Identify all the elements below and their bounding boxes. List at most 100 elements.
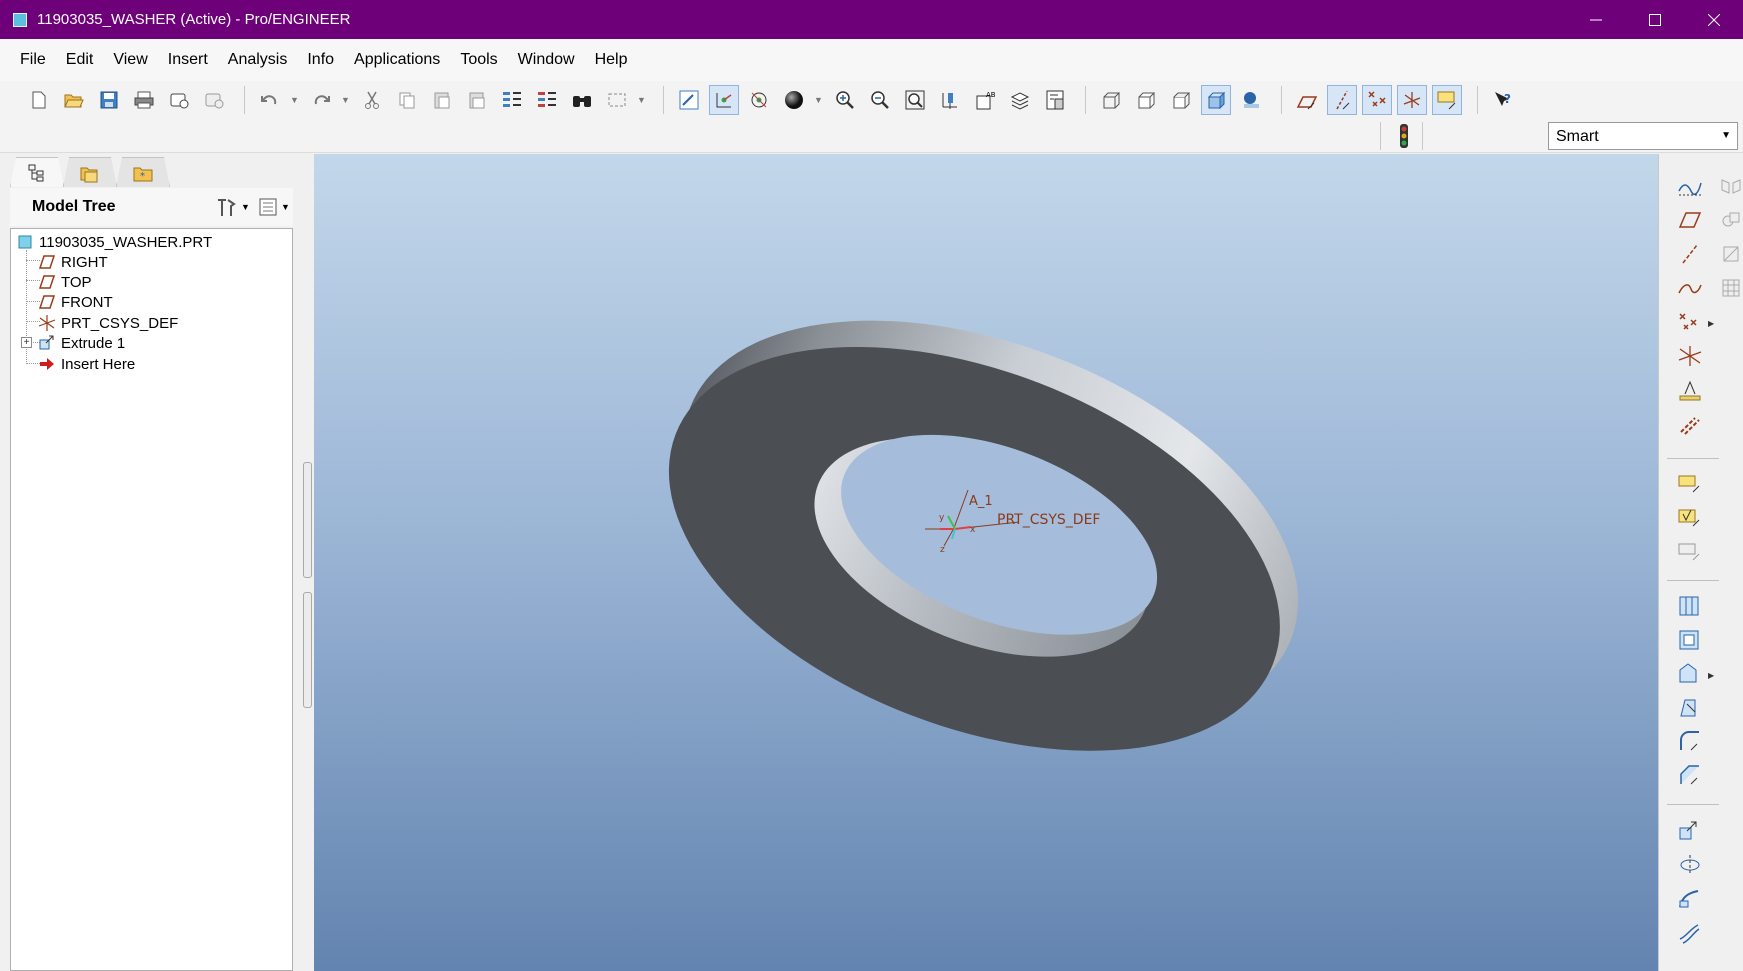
menu-analysis[interactable]: Analysis	[218, 51, 298, 69]
repaint-button[interactable]	[674, 85, 704, 115]
datum-curve-tool-button[interactable]	[1675, 273, 1705, 303]
undo-dropdown[interactable]: ▼	[290, 95, 299, 105]
datum-points-button[interactable]	[1362, 85, 1392, 115]
tree-item-right[interactable]: RIGHT	[37, 251, 108, 273]
panel-splitter-handle[interactable]	[303, 462, 312, 578]
sweep-button[interactable]	[1675, 884, 1705, 914]
note-button[interactable]	[1675, 469, 1705, 499]
menu-insert[interactable]: Insert	[158, 51, 218, 69]
sketch-button[interactable]	[1675, 171, 1705, 201]
menu-edit[interactable]: Edit	[56, 51, 104, 69]
coord-systems-button[interactable]	[1397, 85, 1427, 115]
tree-item-csys[interactable]: PRT_CSYS_DEF	[37, 312, 178, 334]
trim-button[interactable]	[1716, 239, 1743, 269]
copy-button[interactable]	[392, 85, 422, 115]
menu-view[interactable]: View	[103, 51, 157, 69]
regenerate-button[interactable]	[497, 85, 527, 115]
layers-button[interactable]	[1005, 85, 1035, 115]
tree-settings-button[interactable]: ▼	[215, 196, 250, 218]
copy-geom-button[interactable]	[1675, 409, 1705, 439]
washer-model[interactable]: A_1 PRT_CSYS_DEF x y z	[314, 154, 1658, 971]
whats-this-button[interactable]: ?	[1488, 85, 1518, 115]
paste-special-button[interactable]	[462, 85, 492, 115]
hidden-line-button[interactable]	[1131, 85, 1161, 115]
paste-button[interactable]	[427, 85, 457, 115]
reorient-button[interactable]	[935, 85, 965, 115]
wireframe-button[interactable]	[1096, 85, 1126, 115]
find-button[interactable]	[567, 85, 597, 115]
extrude-tool-button[interactable]	[1675, 816, 1705, 846]
zoom-out-button[interactable]	[865, 85, 895, 115]
tree-show-button[interactable]: ▼	[257, 196, 290, 218]
round-button[interactable]	[1675, 727, 1705, 757]
hole-button[interactable]	[1675, 591, 1705, 621]
datum-planes-button[interactable]	[1292, 85, 1322, 115]
flyout-arrow-icon[interactable]: ▶	[1708, 671, 1714, 680]
blend-button[interactable]	[1675, 918, 1705, 948]
cut-button[interactable]	[357, 85, 387, 115]
datum-plane-tool-button[interactable]	[1675, 205, 1705, 235]
shell-button[interactable]	[1675, 625, 1705, 655]
mail-button[interactable]	[199, 85, 229, 115]
expand-toggle[interactable]: +	[21, 337, 32, 348]
menu-applications[interactable]: Applications	[344, 51, 450, 69]
redo-dropdown[interactable]: ▼	[341, 95, 350, 105]
new-button[interactable]	[24, 85, 54, 115]
datum-axis-tool-button[interactable]	[1675, 239, 1705, 269]
tree-item-extrude[interactable]: Extrude 1	[37, 332, 125, 354]
redo-button[interactable]	[306, 85, 336, 115]
panel-splitter-handle[interactable]	[303, 592, 312, 708]
shading-button[interactable]	[779, 85, 809, 115]
mirror-button[interactable]	[1716, 171, 1743, 201]
menu-help[interactable]: Help	[585, 51, 638, 69]
tree-item-part[interactable]: 11903035_WASHER.PRT	[15, 231, 212, 253]
tab-model-tree[interactable]	[10, 157, 64, 187]
analysis-feature-button[interactable]	[1675, 375, 1705, 405]
regen-manager-button[interactable]	[532, 85, 562, 115]
select-box-button[interactable]	[602, 85, 632, 115]
surface-finish-button[interactable]	[1675, 503, 1705, 533]
minimize-button[interactable]	[1566, 0, 1625, 39]
chamfer-button[interactable]	[1675, 761, 1705, 791]
print-button[interactable]	[129, 85, 159, 115]
enhanced-realism-button[interactable]	[1236, 85, 1266, 115]
no-hidden-button[interactable]	[1166, 85, 1196, 115]
undo-button[interactable]	[255, 85, 285, 115]
shading-dropdown[interactable]: ▼	[814, 95, 823, 105]
menu-file[interactable]: File	[10, 51, 56, 69]
tree-item-top[interactable]: TOP	[37, 271, 92, 293]
flyout-arrow-icon[interactable]: ▶	[1708, 319, 1714, 328]
merge-button[interactable]	[1716, 205, 1743, 235]
pattern-button[interactable]	[1716, 273, 1743, 303]
revolve-button[interactable]	[1675, 850, 1705, 880]
csys-tool-button[interactable]	[1675, 341, 1705, 371]
graphics-viewport[interactable]: A_1 PRT_CSYS_DEF x y z	[314, 154, 1658, 971]
maximize-button[interactable]	[1625, 0, 1684, 39]
annotation-display-button[interactable]	[1432, 85, 1462, 115]
tree-item-front[interactable]: FRONT	[37, 291, 113, 313]
selection-filter-dropdown[interactable]: Smart ▼	[1548, 122, 1738, 150]
datum-point-tool-button[interactable]	[1675, 307, 1705, 337]
menu-tools[interactable]: Tools	[450, 51, 507, 69]
close-button[interactable]	[1684, 0, 1743, 39]
tree-item-insert-here[interactable]: Insert Here	[37, 353, 135, 375]
select-dropdown[interactable]: ▼	[637, 95, 646, 105]
orient-mode-button[interactable]	[744, 85, 774, 115]
view-manager-button[interactable]	[1040, 85, 1070, 115]
menu-info[interactable]: Info	[297, 51, 344, 69]
traffic-light-icon[interactable]	[1394, 121, 1414, 151]
draft-button[interactable]	[1675, 693, 1705, 723]
send-mail-button[interactable]	[164, 85, 194, 115]
spin-center-button[interactable]	[709, 85, 739, 115]
saved-views-button[interactable]: AB	[970, 85, 1000, 115]
tab-folder-browser[interactable]	[63, 157, 117, 187]
menu-window[interactable]: Window	[508, 51, 585, 69]
zoom-in-button[interactable]	[830, 85, 860, 115]
open-button[interactable]	[59, 85, 89, 115]
rib-button[interactable]	[1675, 659, 1705, 689]
shaded-button[interactable]	[1201, 85, 1231, 115]
refit-button[interactable]	[900, 85, 930, 115]
annotation-button[interactable]	[1675, 537, 1705, 567]
tab-favorites[interactable]: *	[116, 157, 170, 187]
save-button[interactable]	[94, 85, 124, 115]
